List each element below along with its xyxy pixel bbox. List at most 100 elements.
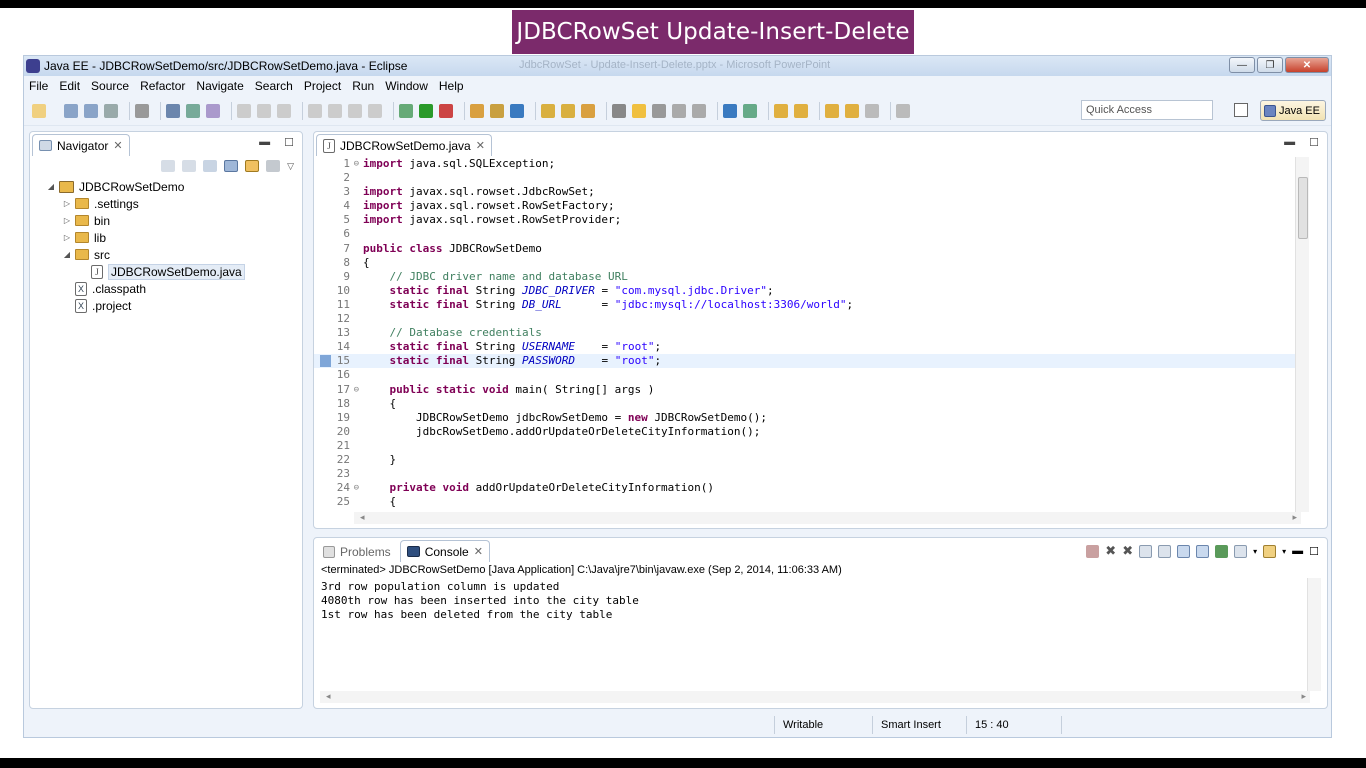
code-line[interactable]: 3 import javax.sql.rowset.JdbcRowSet; bbox=[314, 185, 1299, 199]
open-type-icon[interactable] bbox=[541, 103, 555, 118]
minimize-view-icon[interactable]: ▬ bbox=[1292, 545, 1303, 557]
block-select-icon[interactable] bbox=[206, 103, 220, 118]
minimize-view-icon[interactable]: ▬ bbox=[259, 136, 270, 149]
code-line[interactable]: 19 JDBCRowSetDemo jdbcRowSetDemo = new J… bbox=[314, 411, 1299, 425]
scroll-right-icon[interactable]: ▸ bbox=[1301, 691, 1306, 702]
minimize-view-icon[interactable]: ▬ bbox=[1284, 136, 1295, 149]
code-line[interactable]: 11 static final String DB_URL = "jdbc:my… bbox=[314, 298, 1299, 312]
close-button[interactable]: ✕ bbox=[1285, 57, 1329, 73]
save-all-icon[interactable] bbox=[84, 103, 98, 118]
toggle-mark-icon[interactable] bbox=[166, 103, 180, 118]
console-output[interactable]: 3rd row population column is updated 4080… bbox=[321, 580, 1301, 688]
remove-all-terminated-icon[interactable]: ✖ bbox=[1122, 543, 1133, 559]
java-ee-perspective-button[interactable]: Java EE bbox=[1260, 100, 1326, 121]
maximize-view-icon[interactable]: ☐ bbox=[284, 136, 294, 149]
external-tools-icon[interactable] bbox=[439, 103, 453, 118]
new-class-icon[interactable] bbox=[510, 103, 524, 118]
chevron-down-icon[interactable]: ▾ bbox=[1253, 547, 1257, 556]
step-into-icon[interactable] bbox=[368, 103, 382, 118]
run-icon[interactable] bbox=[419, 103, 433, 118]
open-console-icon[interactable] bbox=[1263, 544, 1277, 558]
tasks-icon[interactable] bbox=[743, 103, 757, 118]
tab-problems[interactable]: Problems bbox=[316, 540, 398, 562]
tab-console[interactable]: Console ✕ bbox=[399, 540, 490, 562]
code-line[interactable]: 16 bbox=[314, 368, 1299, 382]
link-with-editor-icon[interactable] bbox=[245, 160, 260, 172]
maximize-view-icon[interactable]: ☐ bbox=[1309, 136, 1319, 149]
print-icon[interactable] bbox=[104, 103, 118, 118]
view-menu-icon[interactable]: ▽ bbox=[287, 161, 294, 172]
code-line[interactable]: 23 bbox=[314, 467, 1299, 481]
code-line[interactable]: 17 ⊖ public static void main( String[] ar… bbox=[314, 383, 1299, 397]
redo-icon[interactable] bbox=[257, 103, 271, 118]
clear-console-icon[interactable] bbox=[1139, 544, 1153, 558]
scroll-left-icon[interactable]: ◂ bbox=[326, 691, 331, 702]
collapse-all-icon[interactable] bbox=[224, 160, 239, 172]
expanded-arrow-icon[interactable]: ◢ bbox=[46, 182, 56, 191]
tree-item[interactable]: ◢ src bbox=[30, 246, 302, 263]
fold-toggle-icon[interactable]: ⊖ bbox=[354, 383, 359, 397]
tree-item[interactable]: ▷ lib bbox=[30, 229, 302, 246]
save-icon[interactable] bbox=[64, 103, 78, 118]
code-line[interactable]: 10 static final String JDBC_DRIVER = "co… bbox=[314, 284, 1299, 298]
code-line[interactable]: 8{ bbox=[314, 256, 1299, 270]
menu-project[interactable]: Project bbox=[304, 79, 341, 93]
code-line[interactable]: 5 import javax.sql.rowset.RowSetProvider; bbox=[314, 213, 1299, 227]
expanded-arrow-icon[interactable]: ◢ bbox=[62, 250, 72, 259]
collapsed-arrow-icon[interactable]: ▷ bbox=[62, 199, 72, 208]
resume-icon[interactable] bbox=[308, 103, 322, 118]
code-line[interactable]: 14 static final String USERNAME = "root"… bbox=[314, 340, 1299, 354]
chevron-down-icon[interactable]: ▾ bbox=[1282, 547, 1286, 556]
dropdown-chevron-icon[interactable] bbox=[52, 104, 58, 118]
forward-icon[interactable] bbox=[865, 103, 879, 118]
server-icon[interactable] bbox=[135, 103, 149, 118]
minimize-button[interactable]: — bbox=[1229, 57, 1255, 73]
step-icon[interactable] bbox=[277, 103, 291, 118]
tab-jdbcrowsetdemo-java[interactable]: J JDBCRowSetDemo.java ✕ bbox=[316, 134, 492, 156]
tree-item[interactable]: ▷ .settings bbox=[30, 195, 302, 212]
display-selected-console-icon[interactable] bbox=[1234, 544, 1248, 558]
menu-edit[interactable]: Edit bbox=[59, 79, 80, 93]
tree-item[interactable]: ◢ JDBCRowSetDemo bbox=[30, 178, 302, 195]
restore-button[interactable]: ❐ bbox=[1257, 57, 1283, 73]
suspend-icon[interactable] bbox=[328, 103, 342, 118]
open-task-icon[interactable] bbox=[561, 103, 575, 118]
scroll-right-icon[interactable]: ▸ bbox=[1292, 512, 1297, 523]
menu-run[interactable]: Run bbox=[352, 79, 374, 93]
undo-icon[interactable] bbox=[237, 103, 251, 118]
pin-editor-icon[interactable] bbox=[896, 103, 910, 118]
editor-horizontal-scrollbar[interactable]: ◂ ▸ bbox=[354, 512, 1301, 524]
code-line[interactable]: 1 ⊖ import java.sql.SQLException; bbox=[314, 157, 1299, 171]
tab-navigator[interactable]: Navigator ✕ bbox=[32, 134, 130, 156]
word-wrap-icon[interactable] bbox=[186, 103, 200, 118]
menu-file[interactable]: File bbox=[29, 79, 48, 93]
collapsed-arrow-icon[interactable]: ▷ bbox=[62, 233, 72, 242]
code-line[interactable]: 13 // Database credentials bbox=[314, 326, 1299, 340]
code-line[interactable]: 21 bbox=[314, 439, 1299, 453]
remove-launch-icon[interactable]: ✖ bbox=[1105, 543, 1116, 559]
scroll-lock-icon[interactable] bbox=[1158, 544, 1172, 558]
filters-icon[interactable] bbox=[266, 160, 281, 172]
back-arrow-icon[interactable] bbox=[161, 160, 176, 172]
open-perspective-icon[interactable] bbox=[1234, 103, 1248, 117]
console-vertical-scrollbar[interactable] bbox=[1307, 578, 1321, 691]
forward-arrow-icon[interactable] bbox=[182, 160, 197, 172]
debug-icon[interactable] bbox=[399, 103, 413, 118]
code-line[interactable]: 24 ⊖ private void addOrUpdateOrDeleteCity… bbox=[314, 481, 1299, 495]
show-console-on-error-icon[interactable] bbox=[1196, 544, 1210, 558]
globe-icon[interactable] bbox=[723, 103, 737, 118]
toggle-breadcrumb-icon[interactable] bbox=[612, 103, 626, 118]
last-edit-icon[interactable] bbox=[825, 103, 839, 118]
previous-annotation-icon[interactable] bbox=[794, 103, 808, 118]
quick-access-input[interactable]: Quick Access bbox=[1081, 100, 1213, 120]
fold-toggle-icon[interactable]: ⊖ bbox=[354, 481, 359, 495]
editor-vertical-scrollbar[interactable] bbox=[1295, 157, 1309, 512]
menu-search[interactable]: Search bbox=[255, 79, 293, 93]
menu-source[interactable]: Source bbox=[91, 79, 129, 93]
next-annotation-icon[interactable] bbox=[774, 103, 788, 118]
pilcrow-icon[interactable] bbox=[692, 103, 706, 118]
code-line[interactable]: 20 jdbcRowSetDemo.addOrUpdateOrDeleteCit… bbox=[314, 425, 1299, 439]
menu-navigate[interactable]: Navigate bbox=[196, 79, 243, 93]
close-icon[interactable]: ✕ bbox=[474, 545, 483, 558]
code-line[interactable]: 25 { bbox=[314, 495, 1299, 509]
